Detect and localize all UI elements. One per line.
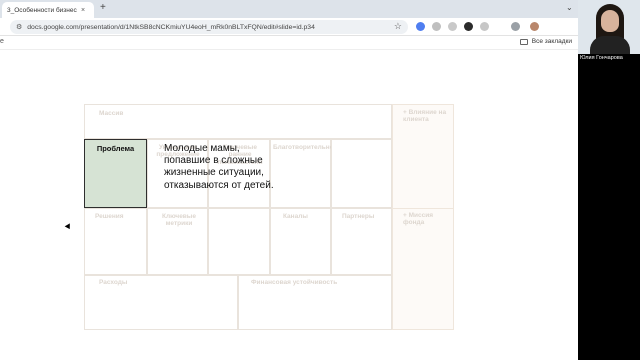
- channels-cell: Каналы: [270, 208, 331, 275]
- browser-toolbar: ⚙ docs.google.com/presentation/d/1NtkSB8…: [0, 18, 578, 36]
- partners-cell: Партнеры: [331, 208, 392, 275]
- channels-label: Каналы: [283, 213, 308, 220]
- site-info-icon[interactable]: ⚙: [16, 23, 22, 31]
- extension-4-icon[interactable]: [464, 22, 473, 31]
- costs-label: Расходы: [99, 279, 128, 286]
- tab-bar: 3_Особенности бизнес-мо × + ⌄: [0, 0, 578, 18]
- problem-box[interactable]: Проблема: [84, 139, 147, 208]
- webcam-video: [578, 0, 640, 54]
- solution-label: Решения: [95, 213, 124, 220]
- partners-label: Партнеры: [342, 213, 375, 220]
- sustainability-label: Финансовая устойчивость: [251, 279, 338, 286]
- folder-icon: [519, 39, 528, 45]
- extension-6-icon[interactable]: [511, 22, 520, 31]
- segments-label: Массив: [99, 110, 124, 117]
- video-background: [578, 63, 640, 360]
- key-metrics-cell: Ключевые метрики: [147, 208, 208, 275]
- url-text: docs.google.com/presentation/d/1NtkSB8cN…: [27, 23, 315, 31]
- divider: [393, 208, 453, 209]
- person-face: [601, 10, 619, 32]
- tab-search-icon[interactable]: ⌄: [566, 3, 573, 12]
- costs-cell: Расходы: [84, 275, 238, 330]
- right-bottom-label: + Миссия фонда: [403, 212, 434, 227]
- key-metrics-label: Ключевые метрики: [162, 213, 196, 228]
- tab-close-icon[interactable]: ×: [81, 7, 85, 14]
- participant-name: Юлия Гончарова: [578, 54, 640, 63]
- blank-cell: [208, 208, 270, 275]
- right-top-label: + Влияние на клиента: [403, 109, 447, 124]
- right-column: + Влияние на клиента + Миссия фонда: [392, 104, 454, 330]
- sustainability-cell: Финансовая устойчивость: [238, 275, 392, 330]
- problem-title: Проблема: [96, 144, 135, 153]
- bookmark-apps-icon[interactable]: e: [0, 38, 4, 45]
- all-bookmarks-label: Все закладки: [531, 38, 572, 45]
- person-body: [590, 36, 630, 54]
- address-bar[interactable]: ⚙ docs.google.com/presentation/d/1NtkSB8…: [10, 20, 408, 34]
- new-tab-button[interactable]: +: [100, 2, 106, 13]
- extension-5-icon[interactable]: [480, 22, 489, 31]
- solution-cell: Решения: [84, 208, 147, 275]
- all-bookmarks-button[interactable]: Все закладки: [519, 38, 572, 45]
- bookmark-star-icon[interactable]: ☆: [394, 21, 402, 32]
- extension-1-icon[interactable]: [416, 22, 425, 31]
- extra-cell: [331, 139, 392, 208]
- tab-presentation[interactable]: 3_Особенности бизнес-мо ×: [2, 2, 94, 18]
- tab-title: 3_Особенности бизнес-мо: [7, 6, 77, 14]
- problem-text: Молодые мамы, попавшие в сложные жизненн…: [164, 143, 274, 191]
- extension-2-icon[interactable]: [432, 22, 441, 31]
- bookmarks-bar: e Все закладки: [0, 36, 578, 50]
- segments-cell: Массив: [84, 104, 392, 139]
- profile-avatar-icon[interactable]: [530, 22, 539, 31]
- extension-3-icon[interactable]: [448, 22, 457, 31]
